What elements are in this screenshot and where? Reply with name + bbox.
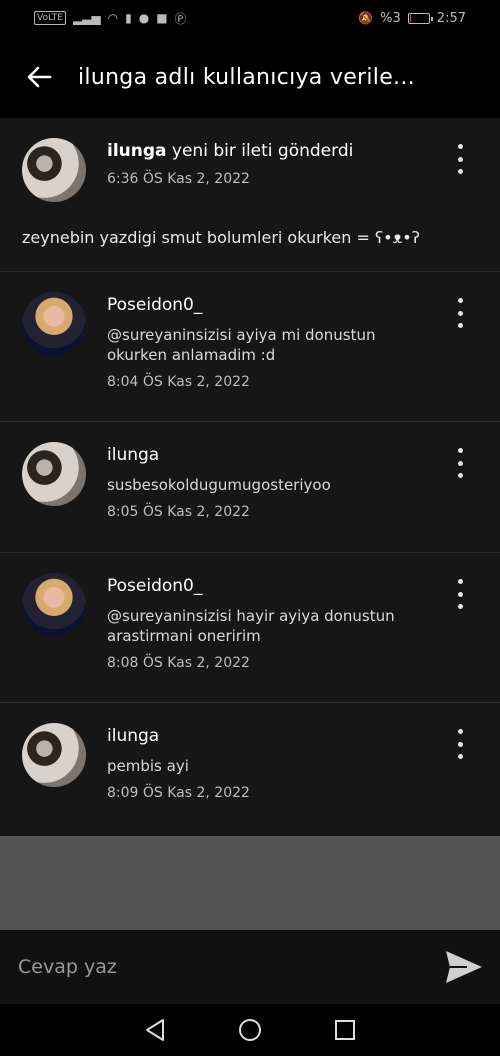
list-item[interactable]: ilunga susbesokoldugumugosteriyoo 8:05 Ö… bbox=[0, 422, 500, 553]
recents-nav-icon[interactable] bbox=[334, 1019, 356, 1041]
teams-icon: ■ bbox=[156, 11, 168, 25]
avatar[interactable] bbox=[22, 723, 86, 787]
list-item[interactable]: Poseidon0_ @sureyaninsizisi ayiya mi don… bbox=[0, 272, 500, 422]
list-item[interactable]: Poseidon0_ @sureyaninsizisi hayir ayiya … bbox=[0, 553, 500, 703]
back-nav-icon[interactable] bbox=[144, 1018, 166, 1042]
avatar[interactable] bbox=[22, 138, 86, 202]
reply-time: 8:09 ÖS Kas 2, 2022 bbox=[107, 785, 250, 801]
signal-icon: ▂▃▅ bbox=[72, 11, 101, 25]
wifi-icon: ◠ bbox=[107, 11, 119, 25]
sim-icon: ▮ bbox=[125, 11, 132, 25]
system-navbar bbox=[0, 1004, 500, 1056]
reply-meta: ilunga pembis ayi 8:09 ÖS Kas 2, 2022 bbox=[107, 725, 440, 801]
home-nav-icon[interactable] bbox=[238, 1018, 262, 1042]
reply-author[interactable]: ilunga bbox=[107, 725, 440, 747]
battery-fill bbox=[409, 14, 411, 22]
send-icon bbox=[446, 951, 482, 983]
status-left: VoLTE ▂▃▅ ◠ ▮ ● ■ Ⓟ bbox=[34, 10, 187, 27]
more-options-icon[interactable] bbox=[450, 448, 470, 478]
reply-composer: Cevap yaz bbox=[0, 930, 500, 1004]
reply-meta: ilunga susbesokoldugumugosteriyoo 8:05 Ö… bbox=[107, 444, 440, 520]
reply-meta: Poseidon0_ @sureyaninsizisi hayir ayiya … bbox=[107, 575, 440, 671]
reply-time: 8:05 ÖS Kas 2, 2022 bbox=[107, 504, 250, 520]
pinterest-icon: Ⓟ bbox=[174, 11, 187, 26]
volte-badge: VoLTE bbox=[34, 11, 66, 25]
arrow-left-icon bbox=[27, 66, 52, 88]
post-action: yeni bir ileti gönderdi bbox=[166, 141, 354, 161]
status-right: 🔕 %3 2:57 bbox=[358, 11, 466, 26]
reply-author[interactable]: Poseidon0_ bbox=[107, 575, 440, 597]
more-options-icon[interactable] bbox=[450, 729, 470, 759]
avatar[interactable] bbox=[22, 442, 86, 506]
reply-text: susbesokoldugumugosteriyoo bbox=[107, 476, 331, 494]
reply-author[interactable]: Poseidon0_ bbox=[107, 294, 440, 316]
app-bar: ilunga adlı kullanıcıya verile... bbox=[0, 36, 500, 118]
mute-icon: 🔕 bbox=[358, 11, 374, 25]
post-author[interactable]: ilunga bbox=[107, 141, 167, 161]
back-button[interactable] bbox=[0, 36, 78, 118]
list-item[interactable]: ilunga pembis ayi 8:09 ÖS Kas 2, 2022 bbox=[0, 703, 500, 834]
more-options-icon[interactable] bbox=[450, 579, 470, 609]
clock: 2:57 bbox=[436, 10, 466, 26]
app-icon: ● bbox=[138, 11, 150, 25]
status-bar: VoLTE ▂▃▅ ◠ ▮ ● ■ Ⓟ 🔕 %3 2:57 bbox=[0, 0, 500, 36]
more-options-icon[interactable] bbox=[450, 144, 470, 174]
empty-area bbox=[0, 836, 500, 930]
post-time: 6:36 ÖS Kas 2, 2022 bbox=[107, 171, 250, 187]
reply-time: 8:04 ÖS Kas 2, 2022 bbox=[107, 374, 250, 390]
reply-text: @sureyaninsizisi ayiya mi donustun okurk… bbox=[107, 326, 376, 364]
post-meta: ilunga yeni bir ileti gönderdi 6:36 ÖS K… bbox=[107, 140, 440, 187]
reply-meta: Poseidon0_ @sureyaninsizisi ayiya mi don… bbox=[107, 294, 440, 390]
reply-text: pembis ayi bbox=[107, 757, 189, 775]
avatar[interactable] bbox=[22, 292, 86, 356]
page-title: ilunga adlı kullanıcıya verile... bbox=[78, 64, 415, 90]
avatar[interactable] bbox=[22, 573, 86, 637]
reply-text: @sureyaninsizisi hayir ayiya donustun ar… bbox=[107, 607, 395, 645]
post-header: ilunga yeni bir ileti gönderdi bbox=[107, 140, 440, 162]
reply-list: ilunga yeni bir ileti gönderdi 6:36 ÖS K… bbox=[0, 118, 500, 836]
battery-icon bbox=[407, 12, 433, 24]
post-body: zeynebin yazdigi smut bolumleri okurken … bbox=[22, 228, 420, 247]
more-options-icon[interactable] bbox=[450, 298, 470, 328]
reply-input[interactable]: Cevap yaz bbox=[18, 956, 444, 978]
battery-percent: %3 bbox=[380, 10, 401, 26]
original-post[interactable]: ilunga yeni bir ileti gönderdi 6:36 ÖS K… bbox=[0, 118, 500, 272]
reply-author[interactable]: ilunga bbox=[107, 444, 440, 466]
reply-time: 8:08 ÖS Kas 2, 2022 bbox=[107, 655, 250, 671]
send-button[interactable] bbox=[444, 947, 484, 987]
